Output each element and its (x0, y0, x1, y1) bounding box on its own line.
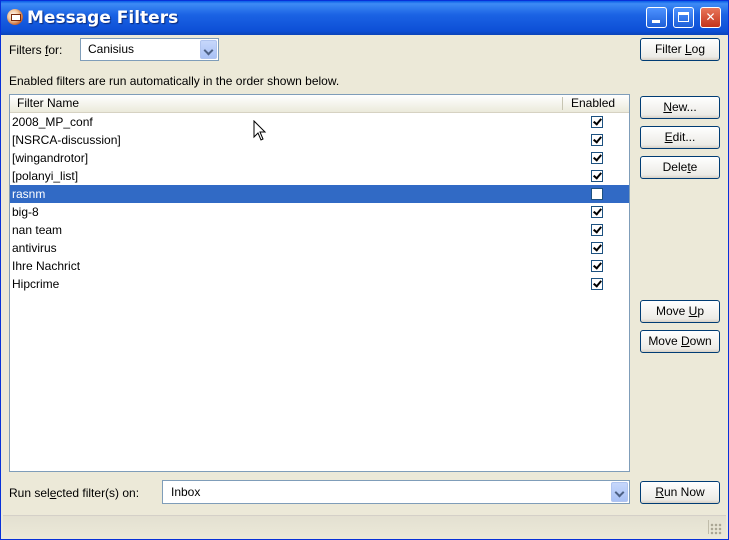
filter-row[interactable]: big-8 (10, 203, 629, 221)
filters-for-label: Filters for: (9, 43, 63, 57)
run-on-folder-select[interactable]: Inbox (162, 480, 630, 504)
filter-row[interactable]: Ihre Nachrict (10, 257, 629, 275)
filters-for-account-select[interactable]: Canisius (80, 38, 219, 61)
filter-row[interactable]: [wingandrotor] (10, 149, 629, 167)
filter-row[interactable]: [NSRCA-discussion] (10, 131, 629, 149)
run-on-label: Run selected filter(s) on: (9, 486, 140, 500)
filter-log-button[interactable]: Filter Log (640, 38, 720, 61)
info-text: Enabled filters are run automatically in… (9, 74, 340, 88)
close-button[interactable]: ✕ (700, 7, 721, 28)
filter-name: 2008_MP_conf (12, 115, 93, 129)
filter-enabled-checkbox[interactable] (591, 116, 603, 128)
minimize-button[interactable] (646, 7, 667, 28)
resize-grip-icon[interactable] (710, 523, 722, 535)
thunderbird-app-icon (7, 9, 23, 25)
column-separator[interactable] (562, 97, 563, 110)
status-bar (3, 515, 726, 538)
filter-enabled-checkbox[interactable] (591, 134, 603, 146)
move-down-button[interactable]: Move Down (640, 330, 720, 353)
close-icon: ✕ (705, 10, 716, 24)
chevron-down-icon[interactable] (200, 40, 217, 59)
filter-enabled-checkbox[interactable] (591, 152, 603, 164)
filter-enabled-checkbox[interactable] (591, 242, 603, 254)
message-filters-window: Message Filters ✕ Filters for: Canisius … (0, 0, 729, 540)
filter-enabled-checkbox[interactable] (591, 224, 603, 236)
filter-enabled-checkbox[interactable] (591, 188, 603, 200)
filter-enabled-checkbox[interactable] (591, 170, 603, 182)
column-filter-name[interactable]: Filter Name (17, 96, 79, 110)
delete-filter-button[interactable]: Delete (640, 156, 720, 179)
filter-enabled-checkbox[interactable] (591, 278, 603, 290)
filter-name: [NSRCA-discussion] (12, 133, 121, 147)
filter-row[interactable]: antivirus (10, 239, 629, 257)
filter-row[interactable]: nan team (10, 221, 629, 239)
move-up-button[interactable]: Move Up (640, 300, 720, 323)
filter-name: big-8 (12, 205, 39, 219)
filter-name: Ihre Nachrict (12, 259, 81, 273)
filter-name: nan team (12, 223, 63, 237)
window-title: Message Filters (27, 8, 179, 28)
filter-name: [polanyi_list] (12, 169, 79, 183)
run-now-button[interactable]: Run Now (640, 481, 720, 504)
filter-row[interactable]: rasnm (10, 185, 629, 203)
filter-enabled-checkbox[interactable] (591, 206, 603, 218)
maximize-icon (678, 12, 689, 22)
filter-name: antivirus (12, 241, 57, 255)
edit-filter-button[interactable]: Edit... (640, 126, 720, 149)
title-bar[interactable]: Message Filters ✕ (1, 1, 728, 35)
new-filter-button[interactable]: New... (640, 96, 720, 119)
minimize-icon (652, 20, 660, 23)
filter-list[interactable]: Filter Name Enabled 2008_MP_conf [NSRCA-d… (9, 94, 630, 472)
filter-list-header: Filter Name Enabled (10, 95, 629, 113)
filter-name: Hipcrime (12, 277, 60, 291)
column-enabled[interactable]: Enabled (571, 96, 615, 110)
status-separator (708, 520, 709, 534)
filter-row[interactable]: [polanyi_list] (10, 167, 629, 185)
filter-enabled-checkbox[interactable] (591, 260, 603, 272)
filter-name: rasnm (12, 187, 46, 201)
maximize-button[interactable] (673, 7, 694, 28)
filter-row[interactable]: 2008_MP_conf (10, 113, 629, 131)
mouse-cursor-icon (253, 120, 267, 141)
filter-name: [wingandrotor] (12, 151, 89, 165)
filter-row[interactable]: Hipcrime (10, 275, 629, 293)
chevron-down-icon[interactable] (611, 482, 628, 502)
